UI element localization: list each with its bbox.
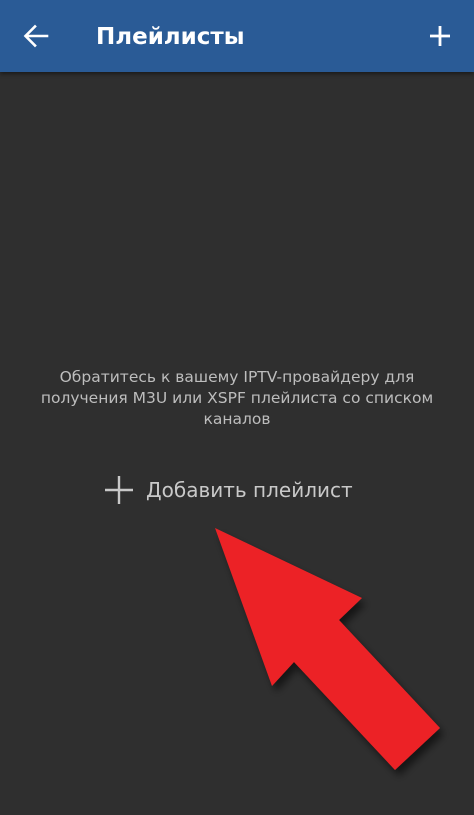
arrow-left-icon bbox=[23, 24, 49, 48]
back-button[interactable] bbox=[12, 12, 60, 60]
plus-icon bbox=[105, 476, 133, 504]
add-playlist-button[interactable]: Добавить плейлист bbox=[103, 468, 353, 512]
add-playlist-toolbar-button[interactable] bbox=[416, 12, 464, 60]
playlists-screen: Плейлисты Обратитесь к вашему IPTV-прова… bbox=[0, 0, 474, 815]
empty-state-message: Обратитесь к вашему IPTV-провайдеру для … bbox=[40, 368, 434, 428]
page-title: Плейлисты bbox=[96, 24, 245, 50]
plus-icon bbox=[430, 26, 450, 46]
app-bar: Плейлисты bbox=[0, 0, 474, 72]
add-playlist-label: Добавить плейлист bbox=[146, 478, 353, 502]
